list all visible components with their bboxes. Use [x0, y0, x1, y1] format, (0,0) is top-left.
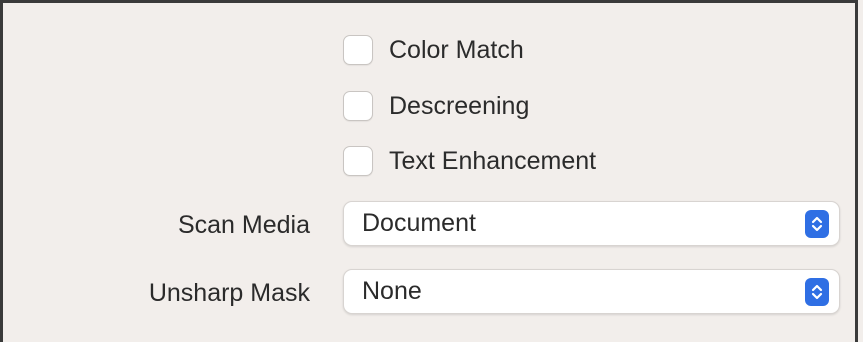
- color-match-row: Color Match: [343, 33, 524, 67]
- unsharp-mask-select[interactable]: None: [343, 269, 840, 314]
- color-match-label: Color Match: [389, 35, 524, 64]
- color-match-checkbox[interactable]: [343, 35, 373, 65]
- chevron-updown-icon: [805, 209, 829, 238]
- scan-media-select[interactable]: Document: [343, 201, 840, 246]
- scan-options-panel: Color Match Descreening Text Enhancement…: [0, 0, 858, 342]
- text-enhancement-checkbox[interactable]: [343, 146, 373, 176]
- text-enhancement-row: Text Enhancement: [343, 144, 596, 178]
- scan-media-label: Scan Media: [177, 211, 310, 239]
- descreening-row: Descreening: [343, 89, 529, 123]
- text-enhancement-label: Text Enhancement: [389, 146, 597, 175]
- unsharp-mask-value: None: [362, 277, 422, 305]
- chevron-updown-icon: [805, 277, 829, 306]
- descreening-checkbox[interactable]: [343, 91, 373, 121]
- descreening-label: Descreening: [389, 91, 530, 120]
- scan-media-value: Document: [362, 209, 476, 237]
- unsharp-mask-label: Unsharp Mask: [148, 279, 310, 307]
